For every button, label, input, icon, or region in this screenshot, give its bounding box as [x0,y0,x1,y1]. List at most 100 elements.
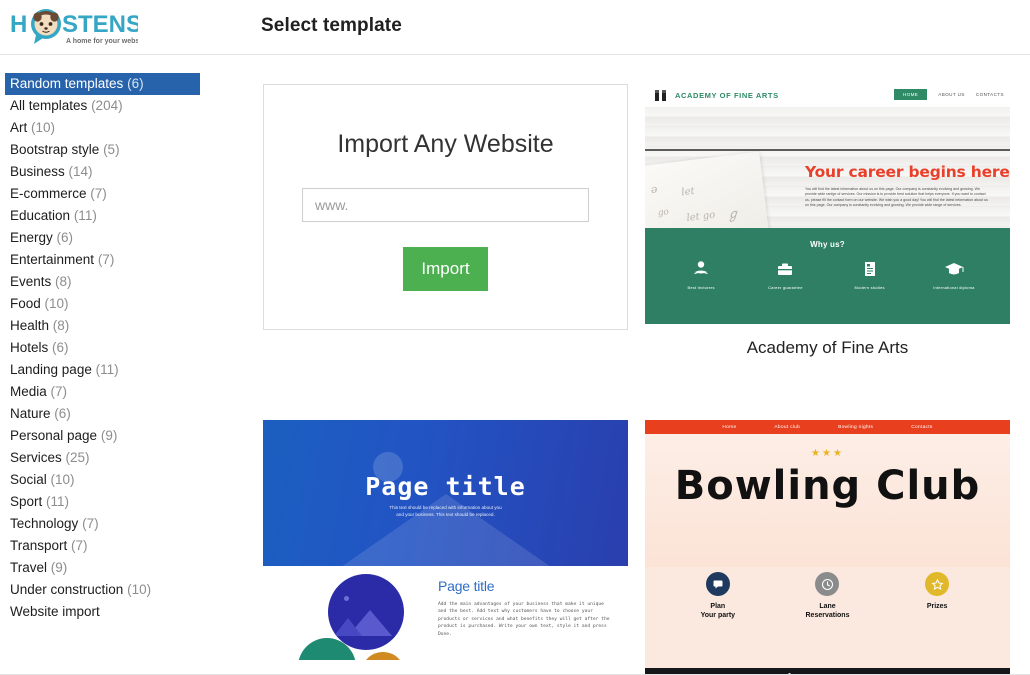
sidebar-item-social[interactable]: Social (10) [0,469,205,491]
bowling-nav-contacts: Contacts [911,424,933,430]
document-icon [835,258,905,280]
sidebar-item-food[interactable]: Food (10) [0,293,205,315]
sidebar-item-technology[interactable]: Technology (7) [0,513,205,535]
sidebar-item-label: Technology [10,516,79,531]
sidebar-item-label: Social [10,472,47,487]
sidebar-item-count: (6) [56,230,74,245]
top-bar: H STENS A home for your website Select t… [0,0,1030,55]
sidebar-item-events[interactable]: Events (8) [0,271,205,293]
image-placeholder-icon [328,574,404,650]
sidebar-item-count: (7) [97,252,115,267]
sidebar-item-art[interactable]: Art (10) [0,117,205,139]
svg-text:STENS: STENS [62,11,138,38]
circles-text-block: Page title Add the main advantages of yo… [438,578,613,638]
sidebar-item-e-commerce[interactable]: E-commerce (7) [0,183,205,205]
hostens-logo[interactable]: H STENS A home for your website [10,8,138,48]
academy-nav: ACADEMY OF FINE ARTS HOME ABOUT US CONTA… [645,84,1010,107]
sidebar-item-count: (14) [68,164,93,179]
academy-feature-label: International diploma [933,285,975,290]
sidebar-item-label: All templates [10,98,88,113]
sidebar-item-landing-page[interactable]: Landing page (11) [0,359,205,381]
academy-logo: ACADEMY OF FINE ARTS [653,89,779,103]
hamster-mascot-icon: H STENS A home for your website [10,9,138,45]
template-tile-page-title-blue[interactable]: Page title This text should be replaced … [263,420,628,660]
sidebar-item-label: Health [10,318,50,333]
import-card-title: Import Any Website [337,130,554,158]
sidebar-item-energy[interactable]: Energy (6) [0,227,205,249]
sidebar-item-personal-page[interactable]: Personal page (9) [0,425,205,447]
svg-text:A home for your website: A home for your website [66,38,138,45]
sidebar-item-count: (10) [31,120,56,135]
sidebar-item-count: (6) [54,406,71,421]
sidebar-item-sport[interactable]: Sport (11) [0,491,205,513]
sidebar-item-all-templates[interactable]: All templates (204) [0,95,205,117]
import-website-card: Import Any Website Import [263,84,628,330]
sidebar-item-count: (6) [127,76,144,91]
sidebar-item-business[interactable]: Business (14) [0,161,205,183]
sidebar-item-label: Transport [10,538,68,553]
sidebar-item-travel[interactable]: Travel (9) [0,557,205,579]
sidebar-item-hotels[interactable]: Hotels (6) [0,337,205,359]
sidebar-item-entertainment[interactable]: Entertainment (7) [0,249,205,271]
page-title: Select template [261,15,402,36]
bowling-nav-nights: Bowling nights [838,424,874,430]
sidebar-item-count: (5) [103,142,120,157]
academy-features: Best lecturers Career guarantee Modern s… [645,258,1010,290]
bowling-template-title: Bowling Club [674,463,981,509]
sidebar-item-label: Energy [10,230,53,245]
label-line-1: Prizes [926,603,948,610]
template-selector-page: H STENS A home for your website Select t… [0,0,1030,675]
bowling-feature: Prizes [895,572,980,620]
academy-nav-about: ABOUT US [938,92,965,97]
template-thumbnail[interactable]: ACADEMY OF FINE ARTS HOME ABOUT US CONTA… [645,84,1010,324]
sidebar-item-label: Entertainment [10,252,95,267]
sidebar-item-label: Services [10,450,62,465]
sidebar-item-label: Art [10,120,28,135]
sun-dot-icon [344,596,349,601]
template-caption: Academy of Fine Arts [746,338,909,357]
sidebar-item-count: (11) [95,362,119,377]
sidebar-item-media[interactable]: Media (7) [0,381,205,403]
label-line-1: Plan [710,603,726,610]
briefcase-icon [750,258,820,280]
sidebar-item-count: (11) [73,208,97,223]
sidebar-item-random-templates[interactable]: Random templates (6) [5,73,200,95]
bowling-feature: Lane Reservations [785,572,870,620]
website-url-input[interactable] [302,188,589,222]
academy-feature: Career guarantee [750,258,820,290]
bowling-features: Plan Your party Lane Reservations Prizes [645,572,1010,620]
sidebar-item-count: (204) [91,98,123,113]
academy-menu: HOME ABOUT US CONTACTS [893,89,1004,100]
import-button[interactable]: Import [403,247,488,291]
sidebar-item-health[interactable]: Health (8) [0,315,205,337]
sidebar-item-services[interactable]: Services (25) [0,447,205,469]
label-line-2: Your party [700,612,736,619]
sidebar-item-count: (11) [46,494,70,509]
sidebar-item-label: E-commerce [10,186,87,201]
academy-feature: Best lecturers [666,258,736,290]
sidebar-item-under-construction[interactable]: Under construction (10) [0,579,205,601]
sidebar-item-label: Business [10,164,65,179]
category-sidebar: Random templates (6) All templates (204)… [0,55,205,675]
bowling-nav: Home About club Bowling nights Contacts [645,420,1010,434]
sidebar-item-count: (8) [55,274,72,289]
template-thumbnail[interactable]: Home About club Bowling nights Contacts … [645,420,1010,675]
academy-nav-contacts: CONTACTS [975,92,1004,97]
academy-brand: ACADEMY OF FINE ARTS [675,91,779,100]
sidebar-item-website-import[interactable]: Website import [0,601,205,623]
bowling-nav-about: About club [774,424,801,430]
academy-section-title: Why us? [810,240,845,249]
sidebar-item-nature[interactable]: Nature (6) [0,403,205,425]
sidebar-item-bootstrap-style[interactable]: Bootstrap style (5) [0,139,205,161]
sidebar-item-education[interactable]: Education (11) [0,205,205,227]
bowling-hero: ★★★ Bowling Club [645,434,1010,567]
template-tile-bowling-club[interactable]: Home About club Bowling nights Contacts … [645,420,1010,675]
academy-feature-label: Modern studies [854,285,885,290]
template-tile-academy-of-fine-arts[interactable]: ACADEMY OF FINE ARTS HOME ABOUT US CONTA… [645,84,1010,358]
circles-template-body: Add the main advantages of your business… [438,602,610,637]
sidebar-item-transport[interactable]: Transport (7) [0,535,205,557]
academy-headline: Your career begins here [805,163,1010,181]
template-thumbnail[interactable]: Page title This text should be replaced … [263,420,628,660]
sidebar-item-label: Random templates [10,76,124,91]
stars-icon: ★★★ [811,448,844,459]
